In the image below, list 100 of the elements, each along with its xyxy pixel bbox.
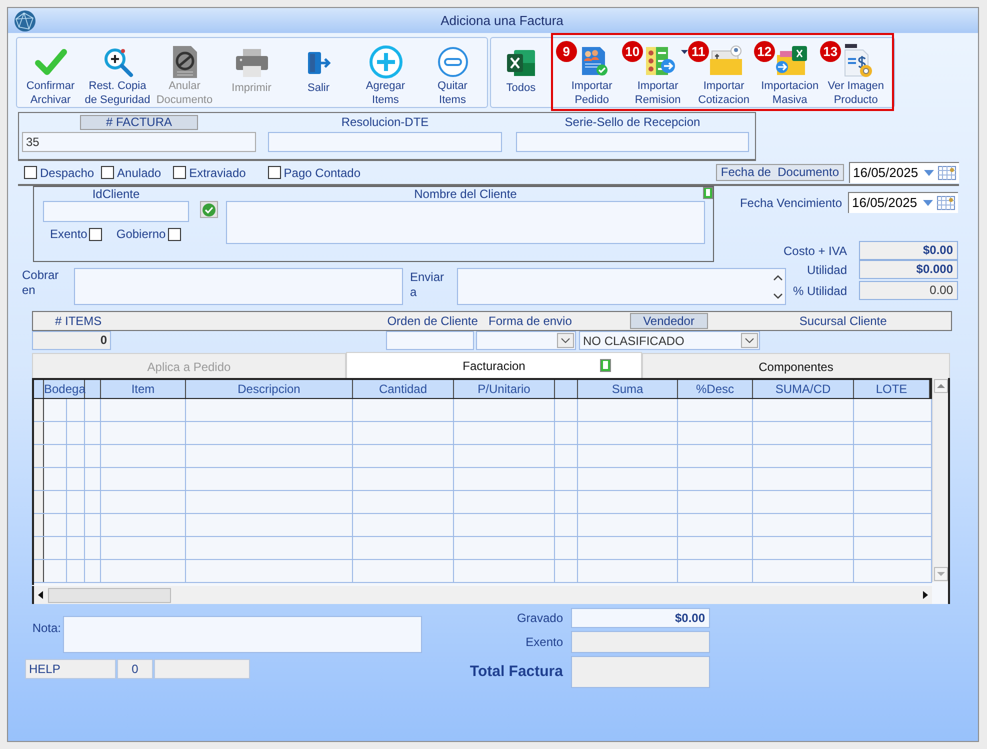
chevron-down-icon <box>561 338 570 343</box>
folder-dollar-icon <box>708 45 744 77</box>
field-label: Forma de envio <box>488 313 573 330</box>
list-arrow-icon <box>644 45 676 77</box>
step-badge: 13 <box>820 41 841 62</box>
checkbox[interactable] <box>168 228 181 240</box>
checkbox[interactable] <box>268 166 281 179</box>
row-header[interactable] <box>34 560 44 582</box>
toolbar-button[interactable]: Agregar Items <box>352 45 419 107</box>
input-field[interactable] <box>457 268 786 305</box>
step-badge: 11 <box>688 41 709 62</box>
toolbar-button[interactable]: Ver Imagen Producto 13 <box>816 39 883 109</box>
dropdown-icon <box>923 169 935 177</box>
field-label: Exento <box>524 634 564 651</box>
column-header: LOTE <box>854 380 930 398</box>
toolbar-button[interactable]: Importar Cotizacion 11 <box>684 39 751 109</box>
chevron-down-icon <box>745 338 754 343</box>
field-label: Vendedor <box>630 313 708 329</box>
column-header: SUMA/CD <box>753 380 854 398</box>
field-label: Utilidad <box>806 262 847 278</box>
checkbox-label: Anulado <box>117 164 162 182</box>
scroll-thumb[interactable] <box>48 588 171 602</box>
input-field[interactable] <box>386 331 474 350</box>
field-label: IdCliente <box>92 187 140 201</box>
toolbar-button[interactable]: Salir <box>285 45 352 107</box>
row-header[interactable] <box>34 468 44 490</box>
calendar-icon <box>937 196 955 210</box>
document-icon <box>703 187 713 199</box>
date-field[interactable]: 16/05/2025 <box>849 162 959 183</box>
calendar-icon <box>938 166 956 180</box>
field-label: Fecha de Documento <box>716 164 844 181</box>
input-field[interactable] <box>226 201 705 244</box>
field-label: Resolucion-DTE <box>341 115 429 130</box>
row-header[interactable] <box>34 445 44 467</box>
caret-icon <box>680 50 688 54</box>
date-field[interactable]: 16/05/2025 <box>848 192 958 213</box>
value-field: $0.000 <box>859 260 958 279</box>
field-label: Fecha Vencimiento <box>740 194 842 212</box>
column-header: Item <box>101 380 186 398</box>
toolbar-button[interactable]: Quitar Items <box>419 45 486 107</box>
input-field[interactable] <box>516 132 749 152</box>
date-value: 16/05/2025 <box>852 194 918 212</box>
checkbox-label: Pago Contado <box>284 164 361 182</box>
checkbox[interactable] <box>24 166 37 179</box>
column-header: Descripcion <box>186 380 353 398</box>
document-no-sign-icon <box>170 45 198 79</box>
row-header[interactable] <box>34 537 44 559</box>
column-header: P/Unitario <box>454 380 555 398</box>
plus-circle-icon <box>368 45 402 79</box>
field-label: Serie-Sello de Recepcion <box>564 115 700 130</box>
date-value: 16/05/2025 <box>853 164 918 182</box>
column-header: Cantidad <box>353 380 454 398</box>
toolbar-button[interactable]: Importar Remision 10 <box>618 39 685 109</box>
app-logo-icon <box>14 10 36 32</box>
value-field: $0.00 <box>859 241 958 260</box>
step-badge: 9 <box>556 41 577 62</box>
checkbox-label: Gobierno <box>116 226 166 243</box>
checkbox[interactable] <box>173 166 186 179</box>
value-field: $0.00 <box>571 608 710 628</box>
field-label: Orden de Cliente <box>386 313 479 330</box>
field-label: Gravado <box>516 610 564 627</box>
toolbar-button[interactable]: Confirmar Archivar <box>17 45 84 107</box>
status-cell: HELP <box>25 659 116 679</box>
folder-spreadsheet-icon <box>774 45 810 77</box>
tab[interactable]: Componentes <box>642 353 950 379</box>
window-title: Adiciona una Factura <box>440 12 564 30</box>
input-field[interactable] <box>74 268 403 305</box>
toolbar-button[interactable]: Rest. Copia de Seguridad <box>84 45 151 107</box>
input-field[interactable] <box>43 201 189 222</box>
magnifier-plus-icon <box>102 46 134 78</box>
input-field[interactable]: 35 <box>22 132 256 152</box>
checkbox[interactable] <box>89 228 102 240</box>
dropdown-field[interactable]: NO CLASIFICADO <box>579 331 760 350</box>
row-header[interactable] <box>34 422 44 444</box>
row-header[interactable] <box>34 491 44 513</box>
field-label: Nombre del Cliente <box>414 187 517 201</box>
dropdown-icon <box>922 199 934 207</box>
column-header: Suma <box>578 380 678 398</box>
tab[interactable]: Facturacion <box>346 352 642 378</box>
checkbox-label: Despacho <box>40 164 94 182</box>
field-label: % Utilidad <box>792 282 847 300</box>
checkbox[interactable] <box>101 166 114 179</box>
row-header[interactable] <box>34 514 44 536</box>
input-field[interactable] <box>268 132 502 152</box>
checkbox-label: Extraviado <box>189 164 246 182</box>
field-label: Total Factura <box>469 662 564 682</box>
printer-icon <box>234 48 268 78</box>
exit-door-icon <box>306 50 332 76</box>
dropdown-field[interactable] <box>476 331 576 350</box>
toolbar-button[interactable]: Importacion Masiva 12 <box>750 39 817 109</box>
spreadsheet-icon <box>506 48 536 78</box>
input-field[interactable] <box>63 616 422 653</box>
validate-button[interactable] <box>200 201 218 218</box>
toolbar-button[interactable]: Importar Pedido 9 <box>552 39 619 109</box>
horizontal-scrollbar[interactable] <box>32 586 932 604</box>
toolbar-button[interactable]: Todos <box>491 38 551 107</box>
vertical-scrollbar[interactable] <box>932 378 948 582</box>
row-header[interactable] <box>34 399 44 421</box>
document-icon <box>600 359 611 372</box>
field-label: Enviar a <box>410 270 446 301</box>
